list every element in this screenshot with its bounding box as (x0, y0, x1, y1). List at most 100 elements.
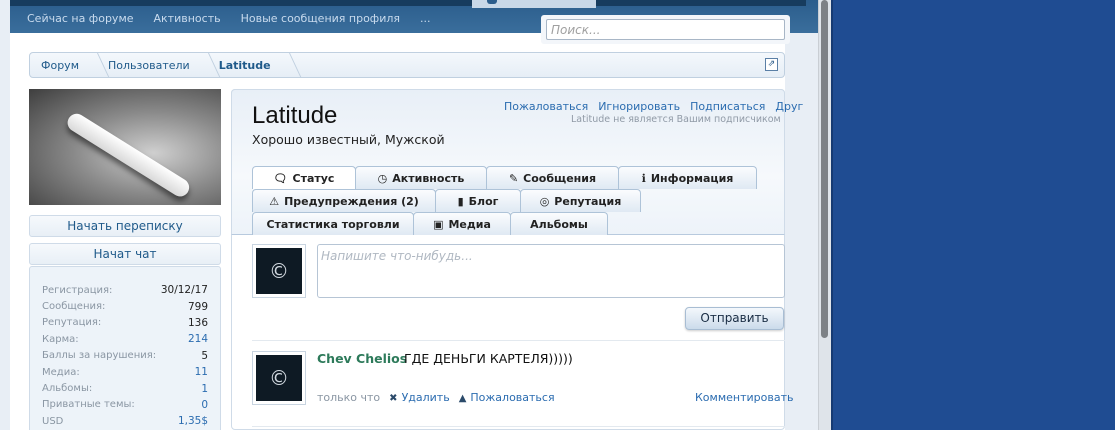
chat-icon: 🗨 (273, 171, 288, 185)
tab-label: Сообщения (523, 171, 597, 185)
divider (252, 426, 785, 427)
friend-link[interactable]: Друг (775, 100, 803, 113)
tab-label: Предупреждения (2) (284, 194, 419, 208)
stat-label: Приватные темы: (42, 399, 135, 411)
follow-link[interactable]: Подписаться (690, 100, 765, 113)
post-author-avatar[interactable]: © (252, 351, 306, 405)
stat-row: Сообщения: 799 (42, 298, 208, 314)
tab-label: Активность (392, 171, 465, 185)
image-icon: ▣ (433, 217, 444, 231)
breadcrumb-current[interactable]: Latitude (208, 53, 289, 77)
profile-user-title: Хорошо известный, Мужской (252, 132, 445, 147)
page-right-edge (785, 33, 818, 430)
stat-label: Альбомы: (42, 383, 93, 395)
profile-avatar[interactable] (29, 89, 221, 205)
post-meta: только что ✖ Удалить ▲ Пожаловаться (317, 391, 555, 404)
tab-albums[interactable]: Альбомы (510, 212, 608, 235)
stat-label: Регистрация: (42, 284, 113, 296)
tab-trade-stats[interactable]: Статистика торговли (252, 212, 414, 235)
stat-row: Приватные темы: 0 (42, 397, 208, 413)
tab-media[interactable]: ▣ Медиа (413, 212, 511, 235)
stat-value: 799 (187, 300, 208, 313)
follow-status-note: Latitude не является Вашим подписчиком (571, 114, 781, 125)
tab-label: Статистика торговли (266, 217, 400, 231)
tab-blog[interactable]: ▮ Блог (435, 189, 521, 212)
avatar-image-cigarette (64, 110, 193, 200)
profile-username: Latitude (252, 102, 338, 129)
status-input[interactable] (317, 244, 785, 298)
start-conversation-button[interactable]: Начать переписку (29, 215, 221, 237)
nav-top-bar-right (596, 0, 806, 6)
report-link[interactable]: Пожаловаться (504, 100, 588, 113)
edit-icon: ✎ (508, 171, 519, 185)
nav-links: Сейчас на форуме Активность Новые сообще… (27, 12, 431, 25)
stat-value-link[interactable]: 11 (195, 366, 208, 378)
report-post-link[interactable]: ▲ Пожаловаться (459, 391, 555, 404)
stat-value: 30/12/17 (160, 284, 208, 297)
stat-label: Карма: (42, 333, 79, 345)
search-input[interactable] (546, 19, 785, 40)
stat-row: Альбомы: 1 (42, 380, 208, 396)
tab-label: Блог (468, 194, 499, 208)
profile-actions: Пожаловаться Игнорировать Подписаться Др… (504, 100, 803, 113)
stat-label: Баллы за нарушения: (42, 350, 157, 362)
submit-status-button[interactable]: Отправить (685, 307, 784, 330)
nav-link-activity[interactable]: Активность (154, 12, 221, 25)
tab-status[interactable]: 🗨 Статус (252, 166, 356, 189)
stat-value-link[interactable]: 214 (188, 333, 208, 345)
breadcrumb-users[interactable]: Пользователи (97, 53, 208, 77)
search-box (541, 15, 790, 44)
jump-to-icon[interactable]: ⇗ (765, 58, 778, 71)
divider (252, 340, 785, 341)
tab-warnings[interactable]: ⚠ Предупреждения (2) (252, 189, 436, 212)
tab-info[interactable]: ℹ Информация (618, 166, 757, 189)
warning-icon: ⚠ (269, 194, 280, 208)
book-icon: ▮ (457, 194, 464, 208)
stat-row: Карма: 214 (42, 331, 208, 347)
user-stats-panel: Регистрация: 30/12/17 Сообщения: 799 Репут… (29, 266, 221, 430)
close-icon: ✖ (389, 393, 398, 404)
ignore-link[interactable]: Игнорировать (598, 100, 680, 113)
nav-link-more[interactable]: ... (420, 12, 431, 25)
tab-messages[interactable]: ✎ Сообщения (486, 166, 619, 189)
info-icon: ℹ (641, 171, 646, 185)
tab-reputation[interactable]: ◎ Репутация (520, 189, 641, 212)
eye-icon: ◎ (539, 194, 550, 208)
warning-icon: ▲ (458, 393, 467, 404)
tab-label: Альбомы (530, 217, 588, 231)
stat-label: USD (42, 415, 64, 427)
nav-link-profile-posts[interactable]: Новые сообщения профиля (241, 12, 400, 25)
avatar-logo-icon: © (256, 355, 302, 401)
comment-link[interactable]: Комментировать (695, 391, 793, 404)
clock-icon: ◷ (377, 171, 388, 185)
delete-label: Удалить (401, 391, 450, 404)
report-label: Пожаловаться (470, 391, 555, 404)
stat-label: Сообщения: (42, 301, 106, 313)
stat-row: Медиа: 11 (42, 364, 208, 380)
post-author[interactable]: Chev Chelios (317, 351, 407, 366)
window-edge (831, 0, 833, 430)
delete-post-link[interactable]: ✖ Удалить (389, 391, 450, 404)
stat-value-link[interactable]: 1,35$ (178, 415, 208, 427)
page-left-edge (0, 0, 10, 430)
breadcrumb-forum[interactable]: Форум (30, 53, 97, 77)
stat-value: 136 (187, 316, 208, 329)
nav-link-online[interactable]: Сейчас на форуме (27, 12, 134, 25)
stat-value-link[interactable]: 1 (201, 383, 208, 395)
stat-row: Репутация: 136 (42, 315, 208, 331)
tab-label: Статус (292, 171, 335, 185)
avatar-logo-icon: © (256, 248, 302, 294)
stat-row: USD 1,35$ (42, 413, 208, 429)
nav-top-bar (10, 0, 472, 6)
tab-activity[interactable]: ◷ Активность (355, 166, 487, 189)
start-chat-button[interactable]: Начат чат (29, 243, 221, 265)
post-time[interactable]: только что (317, 391, 380, 404)
stat-label: Репутация: (42, 317, 102, 329)
scrollbar-thumb[interactable] (821, 0, 828, 338)
stat-value-link[interactable]: 0 (201, 399, 208, 411)
nav-tab-icon (487, 0, 497, 4)
current-user-avatar[interactable]: © (252, 244, 306, 298)
breadcrumb: Форум Пользователи Latitude ⇗ (29, 52, 785, 78)
tab-label: Медиа (448, 217, 491, 231)
stat-row: Баллы за нарушения: 5 (42, 348, 208, 364)
